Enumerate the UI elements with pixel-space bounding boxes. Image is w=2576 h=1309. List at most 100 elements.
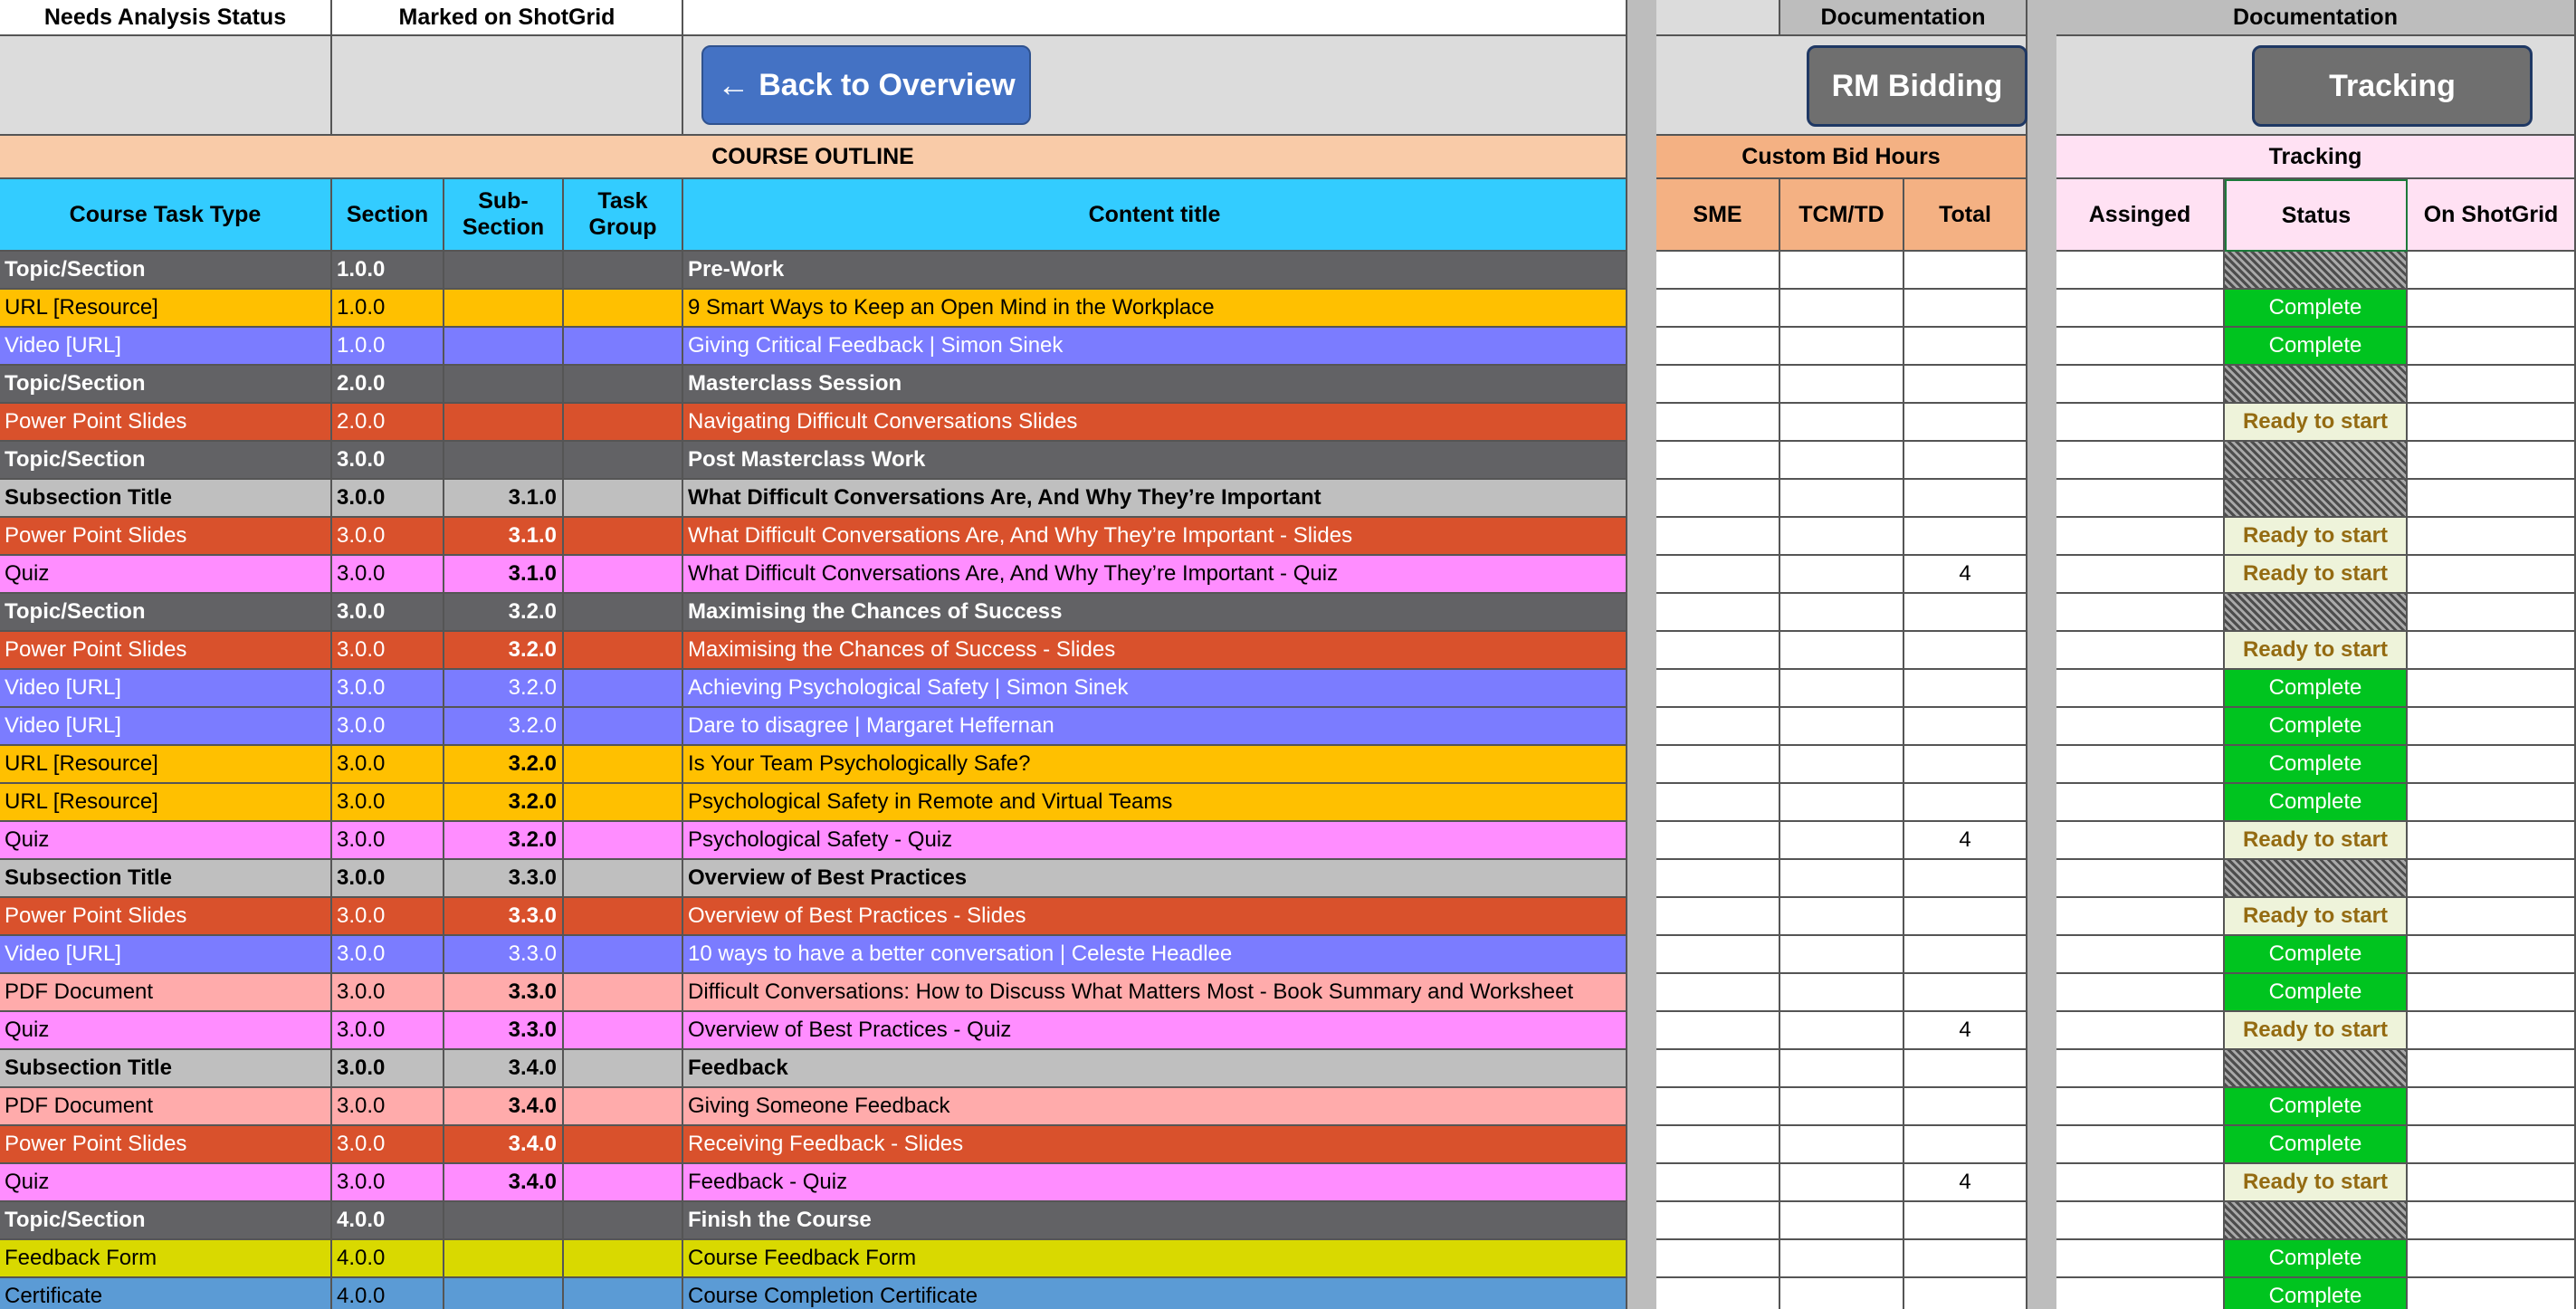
- total-cell[interactable]: [1904, 974, 2027, 1012]
- content-title-cell[interactable]: Finish the Course: [683, 1202, 1627, 1240]
- sme-cell[interactable]: [1656, 708, 1780, 746]
- sme-cell[interactable]: [1656, 1278, 1780, 1309]
- assigned-cell[interactable]: [2056, 594, 2225, 632]
- sme-cell[interactable]: [1656, 290, 1780, 328]
- section-cell[interactable]: 3.0.0: [332, 708, 444, 746]
- task-type-cell[interactable]: Power Point Slides: [0, 404, 332, 442]
- tcm-td-cell[interactable]: [1780, 404, 1904, 442]
- status-cell[interactable]: Complete: [2225, 708, 2408, 746]
- tcm-td-cell[interactable]: [1780, 1202, 1904, 1240]
- on-shotgrid-cell[interactable]: [2408, 366, 2576, 404]
- total-cell[interactable]: [1904, 252, 2027, 290]
- subsection-cell[interactable]: 3.1.0: [444, 480, 564, 518]
- total-cell[interactable]: [1904, 328, 2027, 366]
- tcm-td-cell[interactable]: [1780, 556, 1904, 594]
- tcm-td-cell[interactable]: [1780, 366, 1904, 404]
- task-type-cell[interactable]: Power Point Slides: [0, 1126, 332, 1164]
- status-cell[interactable]: [2225, 480, 2408, 518]
- on-shotgrid-cell[interactable]: [2408, 556, 2576, 594]
- subsection-cell[interactable]: [444, 442, 564, 480]
- content-title-cell[interactable]: Post Masterclass Work: [683, 442, 1627, 480]
- task-type-cell[interactable]: Quiz: [0, 556, 332, 594]
- total-cell[interactable]: [1904, 480, 2027, 518]
- tcm-td-cell[interactable]: [1780, 518, 1904, 556]
- section-cell[interactable]: 3.0.0: [332, 442, 444, 480]
- total-cell[interactable]: [1904, 366, 2027, 404]
- tcm-td-cell[interactable]: [1780, 1050, 1904, 1088]
- tcm-td-cell[interactable]: [1780, 1126, 1904, 1164]
- task-type-cell[interactable]: Quiz: [0, 822, 332, 860]
- assigned-cell[interactable]: [2056, 1278, 2225, 1309]
- task-group-cell[interactable]: [564, 708, 683, 746]
- task-group-cell[interactable]: [564, 290, 683, 328]
- content-title-cell[interactable]: Achieving Psychological Safety | Simon S…: [683, 670, 1627, 708]
- subsection-cell[interactable]: 3.3.0: [444, 860, 564, 898]
- sme-cell[interactable]: [1656, 822, 1780, 860]
- assigned-cell[interactable]: [2056, 1202, 2225, 1240]
- task-group-cell[interactable]: [564, 1240, 683, 1278]
- blank-cell[interactable]: [0, 36, 332, 136]
- task-type-cell[interactable]: URL [Resource]: [0, 784, 332, 822]
- status-cell[interactable]: Ready to start: [2225, 632, 2408, 670]
- section-cell[interactable]: 3.0.0: [332, 670, 444, 708]
- back-to-overview-button[interactable]: ← Back to Overview: [701, 45, 1031, 125]
- assigned-cell[interactable]: [2056, 746, 2225, 784]
- total-cell[interactable]: 4: [1904, 1164, 2027, 1202]
- section-cell[interactable]: 4.0.0: [332, 1202, 444, 1240]
- task-group-cell[interactable]: [564, 1050, 683, 1088]
- subsection-cell[interactable]: 3.3.0: [444, 1012, 564, 1050]
- task-group-cell[interactable]: [564, 404, 683, 442]
- on-shotgrid-cell[interactable]: [2408, 784, 2576, 822]
- on-shotgrid-cell[interactable]: [2408, 290, 2576, 328]
- status-cell[interactable]: Ready to start: [2225, 1012, 2408, 1050]
- status-cell[interactable]: Complete: [2225, 328, 2408, 366]
- section-cell[interactable]: 1.0.0: [332, 252, 444, 290]
- section-cell[interactable]: 3.0.0: [332, 480, 444, 518]
- tcm-td-cell[interactable]: [1780, 670, 1904, 708]
- tracking-button[interactable]: Tracking: [2252, 45, 2533, 127]
- status-cell[interactable]: Complete: [2225, 746, 2408, 784]
- sme-cell[interactable]: [1656, 1012, 1780, 1050]
- on-shotgrid-cell[interactable]: [2408, 252, 2576, 290]
- status-cell[interactable]: [2225, 442, 2408, 480]
- content-title-cell[interactable]: Maximising the Chances of Success: [683, 594, 1627, 632]
- status-cell[interactable]: [2225, 366, 2408, 404]
- on-shotgrid-cell[interactable]: [2408, 404, 2576, 442]
- task-type-cell[interactable]: URL [Resource]: [0, 290, 332, 328]
- status-cell[interactable]: [2225, 594, 2408, 632]
- total-cell[interactable]: [1904, 518, 2027, 556]
- assigned-cell[interactable]: [2056, 822, 2225, 860]
- assigned-cell[interactable]: [2056, 556, 2225, 594]
- tcm-td-cell[interactable]: [1780, 594, 1904, 632]
- subsection-cell[interactable]: 3.1.0: [444, 518, 564, 556]
- tcm-td-cell[interactable]: [1780, 1278, 1904, 1309]
- section-cell[interactable]: 3.0.0: [332, 1012, 444, 1050]
- status-cell[interactable]: Complete: [2225, 936, 2408, 974]
- section-cell[interactable]: 3.0.0: [332, 594, 444, 632]
- task-type-cell[interactable]: Topic/Section: [0, 1202, 332, 1240]
- subsection-cell[interactable]: [444, 290, 564, 328]
- assigned-cell[interactable]: [2056, 708, 2225, 746]
- sme-cell[interactable]: [1656, 632, 1780, 670]
- sme-cell[interactable]: [1656, 1050, 1780, 1088]
- content-title-cell[interactable]: Feedback: [683, 1050, 1627, 1088]
- total-cell[interactable]: [1904, 290, 2027, 328]
- assigned-cell[interactable]: [2056, 632, 2225, 670]
- sme-cell[interactable]: [1656, 1240, 1780, 1278]
- assigned-cell[interactable]: [2056, 898, 2225, 936]
- content-title-cell[interactable]: Psychological Safety in Remote and Virtu…: [683, 784, 1627, 822]
- task-type-cell[interactable]: Subsection Title: [0, 860, 332, 898]
- on-shotgrid-cell[interactable]: [2408, 974, 2576, 1012]
- task-type-cell[interactable]: Video [URL]: [0, 936, 332, 974]
- task-group-cell[interactable]: [564, 1202, 683, 1240]
- total-cell[interactable]: [1904, 746, 2027, 784]
- tcm-td-cell[interactable]: [1780, 708, 1904, 746]
- status-cell[interactable]: Complete: [2225, 784, 2408, 822]
- content-title-cell[interactable]: 10 ways to have a better conversation | …: [683, 936, 1627, 974]
- sme-cell[interactable]: [1656, 442, 1780, 480]
- total-cell[interactable]: [1904, 670, 2027, 708]
- status-cell[interactable]: Complete: [2225, 974, 2408, 1012]
- tcm-td-cell[interactable]: [1780, 1088, 1904, 1126]
- task-group-cell[interactable]: [564, 670, 683, 708]
- on-shotgrid-cell[interactable]: [2408, 936, 2576, 974]
